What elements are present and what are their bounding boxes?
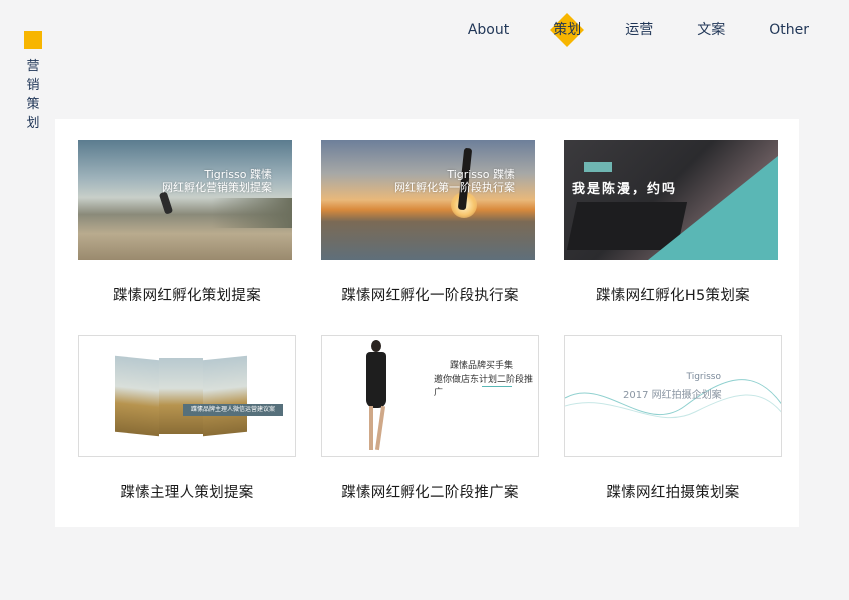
- thumbnail-overlay-text: 蹀愫品牌主理人微信运营建议案: [183, 404, 283, 416]
- dancer-figure: [158, 191, 174, 215]
- model-body: [366, 352, 386, 408]
- photo-panel: [115, 355, 159, 437]
- thumbnail-overlay-text: 邀你做店东计划二阶段推广: [434, 375, 534, 398]
- card-caption[interactable]: 蹀愫网红拍摄策划案: [564, 481, 782, 502]
- thumbnail-overlay-text: 我是陈漫，约吗: [572, 182, 678, 197]
- card-thumbnail[interactable]: 蹀愫品牌主理人微信运营建议案: [78, 335, 296, 457]
- nav-label: 文案: [697, 22, 726, 38]
- card-thumbnail[interactable]: 我是陈漫，约吗: [564, 140, 778, 260]
- nav-label: About: [467, 22, 510, 38]
- portfolio-card[interactable]: Tigrisso 2017 网红拍摄企划案 蹀愫网红拍摄策划案: [564, 335, 782, 502]
- portfolio-card[interactable]: Tigrisso 蹀愫 网红孵化营销策划提案 蹀愫网红孵化策划提案: [78, 140, 296, 305]
- portfolio-card[interactable]: 蹀愫品牌买手集 邀你做店东计划二阶段推广 蹀愫网红孵化二阶段推广案: [321, 335, 539, 502]
- model-head: [371, 340, 381, 352]
- nav-item-copywriting[interactable]: 文案: [697, 20, 725, 40]
- thumbnail-overlay-text: 2017 网红拍摄企划案: [623, 390, 722, 401]
- teal-triangle-graphic: [648, 140, 778, 260]
- nav-item-operations[interactable]: 运营: [625, 20, 653, 40]
- photo-panel: [203, 355, 247, 437]
- model-leg: [369, 406, 373, 450]
- photo-panel: [159, 358, 203, 434]
- nav-label: 运营: [625, 22, 654, 38]
- thumbnail-overlay-text: Tigrisso 蹀愫 网红孵化第一阶段执行案: [394, 168, 515, 194]
- portfolio-card[interactable]: 我是陈漫，约吗 蹀愫网红孵化H5策划案: [564, 140, 782, 305]
- card-thumbnail[interactable]: Tigrisso 蹀愫 网红孵化营销策划提案: [78, 140, 292, 260]
- thumbnail-overlay-text: Tigrisso: [686, 372, 721, 382]
- card-thumbnail[interactable]: Tigrisso 2017 网红拍摄企划案: [564, 335, 782, 457]
- brand-title: 营销策划: [26, 59, 40, 131]
- card-caption[interactable]: 蹀愫网红孵化二阶段推广案: [321, 481, 539, 502]
- model-leg: [374, 405, 386, 451]
- photo-panels: [115, 355, 247, 437]
- card-caption[interactable]: 蹀愫网红孵化H5策划案: [564, 284, 782, 305]
- portfolio-card[interactable]: Tigrisso 蹀愫 网红孵化第一阶段执行案 蹀愫网红孵化一阶段执行案: [321, 140, 539, 305]
- nav-item-about[interactable]: About: [468, 20, 509, 40]
- portfolio-panel: Tigrisso 蹀愫 网红孵化营销策划提案 蹀愫网红孵化策划提案 Tigriss…: [55, 119, 799, 527]
- play-tag: [584, 162, 612, 172]
- card-thumbnail[interactable]: 蹀愫品牌买手集 邀你做店东计划二阶段推广: [321, 335, 539, 457]
- thumbnail-overlay-text: Tigrisso 蹀愫 网红孵化营销策划提案: [162, 168, 272, 194]
- brand-logo-square: [24, 31, 42, 49]
- thumbnail-scenery: [212, 198, 292, 228]
- card-caption[interactable]: 蹀愫网红孵化一阶段执行案: [321, 284, 539, 305]
- card-thumbnail[interactable]: Tigrisso 蹀愫 网红孵化第一阶段执行案: [321, 140, 535, 260]
- nav-label: Other: [769, 22, 809, 38]
- nav-item-other[interactable]: Other: [769, 20, 809, 40]
- nav-label: 策划: [553, 22, 582, 38]
- portfolio-card[interactable]: 蹀愫品牌主理人微信运营建议案 蹀愫主理人策划提案: [78, 335, 296, 502]
- top-nav: About 策划 运营 文案 Other: [424, 13, 809, 47]
- nav-item-planning[interactable]: 策划: [550, 13, 585, 47]
- brand: 营销策划: [24, 31, 42, 133]
- thumbnail-overlay-text: 蹀愫品牌买手集: [450, 361, 514, 371]
- accent-line: [482, 386, 512, 387]
- card-caption[interactable]: 蹀愫主理人策划提案: [78, 481, 296, 502]
- card-caption[interactable]: 蹀愫网红孵化策划提案: [78, 284, 296, 305]
- model-figure: [360, 340, 390, 454]
